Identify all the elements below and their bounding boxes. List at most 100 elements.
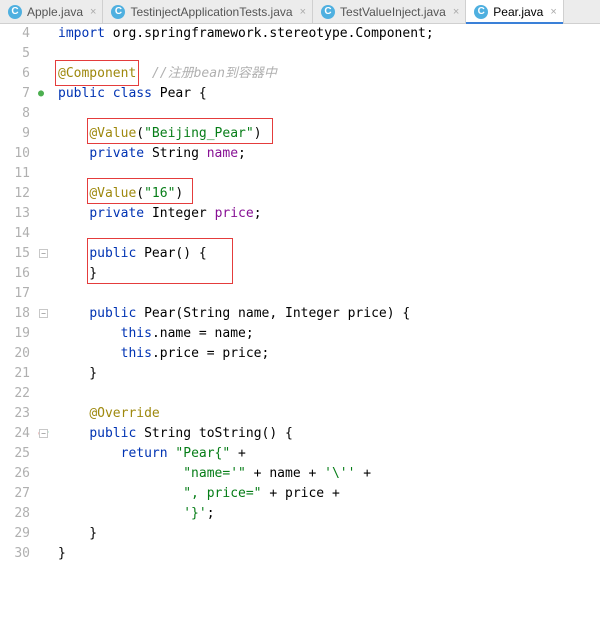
- token-kw: return: [121, 446, 176, 461]
- code-line[interactable]: }: [54, 264, 600, 284]
- token-plain: ;: [238, 146, 246, 161]
- tab-label: TestValueInject.java: [340, 5, 446, 19]
- code-line[interactable]: }: [54, 364, 600, 384]
- tab-label: Apple.java: [27, 5, 83, 19]
- code-editor[interactable]: 4567891011121314151617181920212223242526…: [0, 24, 600, 623]
- code-line[interactable]: @Value("16"): [54, 184, 600, 204]
- line-number: 21: [0, 364, 30, 384]
- code-line[interactable]: public String toString() {: [54, 424, 600, 444]
- code-line[interactable]: this.price = price;: [54, 344, 600, 364]
- code-line[interactable]: public Pear(String name, Integer price) …: [54, 304, 600, 324]
- code-line[interactable]: }: [54, 524, 600, 544]
- token-kw: public: [89, 246, 144, 261]
- code-line[interactable]: return "Pear{" +: [54, 444, 600, 464]
- token-plain: {: [199, 86, 207, 101]
- code-line[interactable]: [54, 164, 600, 184]
- close-icon[interactable]: ×: [90, 6, 96, 18]
- java-class-icon: C: [8, 5, 22, 19]
- token-kw: this: [121, 326, 152, 341]
- token-str: "Pear{": [175, 446, 230, 461]
- token-str: ", price=": [183, 486, 261, 501]
- token-plain: [58, 346, 121, 361]
- fold-toggle-icon[interactable]: −: [39, 429, 48, 438]
- token-plain: .name = name;: [152, 326, 254, 341]
- line-number: 4: [0, 24, 30, 44]
- code-line[interactable]: private Integer price;: [54, 204, 600, 224]
- code-line[interactable]: @Override: [54, 404, 600, 424]
- close-icon[interactable]: ×: [300, 6, 306, 18]
- token-kw: private: [89, 146, 152, 161]
- line-number: 14: [0, 224, 30, 244]
- close-icon[interactable]: ×: [550, 6, 556, 18]
- token-str: "name='": [183, 466, 246, 481]
- token-ann: @Component: [58, 66, 136, 81]
- token-mth: Pear: [144, 306, 175, 321]
- token-mth: toString: [199, 426, 262, 441]
- code-line[interactable]: [54, 384, 600, 404]
- class-gutter-icon[interactable]: ●: [38, 88, 50, 100]
- editor-tabbar: CApple.java×CTestinjectApplicationTests.…: [0, 0, 600, 24]
- code-line[interactable]: @Component //注册bean到容器中: [54, 64, 600, 84]
- code-line[interactable]: import org.springframework.stereotype.Co…: [54, 24, 600, 44]
- tab-pear-java[interactable]: CPear.java×: [466, 0, 563, 23]
- token-plain: [58, 506, 183, 521]
- line-number: 24: [0, 424, 30, 444]
- line-number: 10: [0, 144, 30, 164]
- code-area[interactable]: import org.springframework.stereotype.Co…: [54, 24, 600, 623]
- token-plain: +: [355, 466, 371, 481]
- code-line[interactable]: @Value("Beijing_Pear"): [54, 124, 600, 144]
- code-line[interactable]: public class Pear {: [54, 84, 600, 104]
- token-typ: Pear: [160, 86, 199, 101]
- line-number: 11: [0, 164, 30, 184]
- token-plain: }: [58, 546, 66, 561]
- line-number: 26: [0, 464, 30, 484]
- java-class-icon: C: [321, 5, 335, 19]
- token-plain: + name +: [246, 466, 324, 481]
- line-number: 20: [0, 344, 30, 364]
- token-str: '}': [183, 506, 206, 521]
- token-fld: name: [207, 146, 238, 161]
- token-typ: String: [144, 426, 199, 441]
- line-number: 18: [0, 304, 30, 324]
- token-plain: }: [58, 526, 97, 541]
- token-plain: [58, 146, 89, 161]
- token-str: "16": [144, 186, 175, 201]
- code-line[interactable]: [54, 284, 600, 304]
- token-ann: @Value: [89, 186, 136, 201]
- token-plain: ;: [426, 26, 434, 41]
- code-line[interactable]: this.name = name;: [54, 324, 600, 344]
- token-plain: [58, 186, 89, 201]
- fold-toggle-icon[interactable]: −: [39, 309, 48, 318]
- token-plain: ;: [254, 206, 262, 221]
- token-plain: [58, 326, 121, 341]
- token-plain: () {: [175, 246, 206, 261]
- line-number: 23: [0, 404, 30, 424]
- code-line[interactable]: private String name;: [54, 144, 600, 164]
- token-kw: this: [121, 346, 152, 361]
- tab-testvalueinject-java[interactable]: C TestValueInject.java ×: [313, 0, 466, 23]
- code-line[interactable]: [54, 224, 600, 244]
- code-line[interactable]: "name='" + name + '\'' +: [54, 464, 600, 484]
- line-number: 6: [0, 64, 30, 84]
- line-number: 29: [0, 524, 30, 544]
- token-plain: + price +: [262, 486, 340, 501]
- line-number: 28: [0, 504, 30, 524]
- tab-apple-java[interactable]: C Apple.java ×: [0, 0, 103, 23]
- code-line[interactable]: public Pear() {: [54, 244, 600, 264]
- close-icon[interactable]: ×: [453, 6, 459, 18]
- code-line[interactable]: '}';: [54, 504, 600, 524]
- code-line[interactable]: [54, 104, 600, 124]
- line-number: 12: [0, 184, 30, 204]
- fold-toggle-icon[interactable]: −: [39, 249, 48, 258]
- token-kw: public class: [58, 86, 160, 101]
- code-line[interactable]: ", price=" + price +: [54, 484, 600, 504]
- tab-testinjectapplicationtests-java[interactable]: CTestinjectApplicationTests.java×: [103, 0, 313, 23]
- code-line[interactable]: }: [54, 544, 600, 564]
- code-line[interactable]: [54, 44, 600, 64]
- token-plain: +: [230, 446, 246, 461]
- token-kw: public: [89, 306, 144, 321]
- token-plain: .price = price;: [152, 346, 269, 361]
- token-plain: (: [136, 186, 144, 201]
- token-plain: (String name, Integer price) {: [175, 306, 410, 321]
- token-plain: }: [58, 266, 97, 281]
